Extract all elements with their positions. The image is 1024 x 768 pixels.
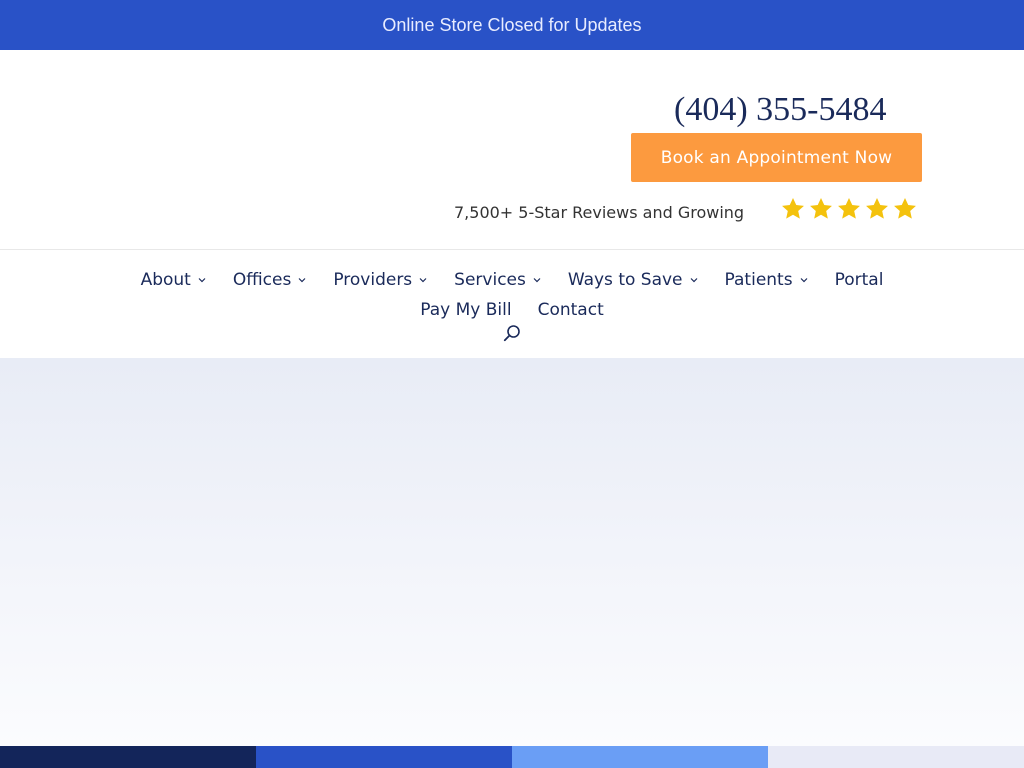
announcement-bar[interactable]: Online Store Closed for Updates (0, 0, 1024, 50)
star-icon (894, 197, 916, 219)
nav-item-label: Services (454, 270, 526, 290)
nav-item-ways-to-save[interactable]: Ways to Save (555, 267, 712, 293)
nav-item-about[interactable]: About (128, 267, 220, 293)
nav-item-services[interactable]: Services (441, 267, 555, 293)
star-icon (810, 197, 832, 219)
nav-item-label: Pay My Bill (420, 300, 512, 320)
search-icon[interactable] (503, 324, 521, 342)
nav-item-label: Providers (333, 270, 413, 290)
star-icon (866, 197, 888, 219)
hero-section (0, 358, 1024, 746)
star-icon (838, 197, 860, 219)
color-strip (0, 746, 1024, 768)
nav-item-offices[interactable]: Offices (220, 267, 320, 293)
chevron-down-icon (690, 278, 697, 283)
nav-row-primary: About Offices Providers Services Ways to… (0, 267, 1024, 293)
nav-item-label: Portal (834, 270, 884, 290)
chevron-down-icon (533, 278, 541, 283)
strip-segment (0, 746, 256, 768)
nav-item-pay-my-bill[interactable]: Pay My Bill (407, 297, 524, 323)
nav-item-label: Ways to Save (567, 270, 683, 290)
chevron-down-icon (298, 278, 306, 283)
nav-item-label: Contact (537, 300, 604, 320)
reviews-text: 7,500+ 5-Star Reviews and Growing (454, 203, 745, 222)
nav-row-secondary: Pay My Bill Contact (0, 297, 1024, 323)
chevron-down-icon (419, 278, 427, 283)
nav-item-label: Patients (724, 270, 793, 290)
nav-item-contact[interactable]: Contact (525, 297, 617, 323)
chevron-down-icon (198, 278, 206, 283)
star-icon (782, 197, 804, 219)
phone-number[interactable]: (404) 355-5484 (674, 86, 934, 134)
main-nav: About Offices Providers Services Ways to… (0, 250, 1024, 358)
nav-item-providers[interactable]: Providers (320, 267, 441, 293)
book-appointment-button[interactable]: Book an Appointment Now (631, 133, 922, 182)
announcement-text[interactable]: Online Store Closed for Updates (382, 15, 641, 36)
nav-item-portal[interactable]: Portal (822, 267, 897, 293)
chevron-down-icon (800, 278, 808, 283)
strip-segment (768, 746, 1024, 768)
nav-item-patients[interactable]: Patients (712, 267, 822, 293)
nav-item-label: About (140, 270, 191, 290)
rating-stars (780, 196, 918, 224)
strip-segment (512, 746, 768, 768)
nav-item-label: Offices (232, 270, 292, 290)
strip-segment (256, 746, 512, 768)
